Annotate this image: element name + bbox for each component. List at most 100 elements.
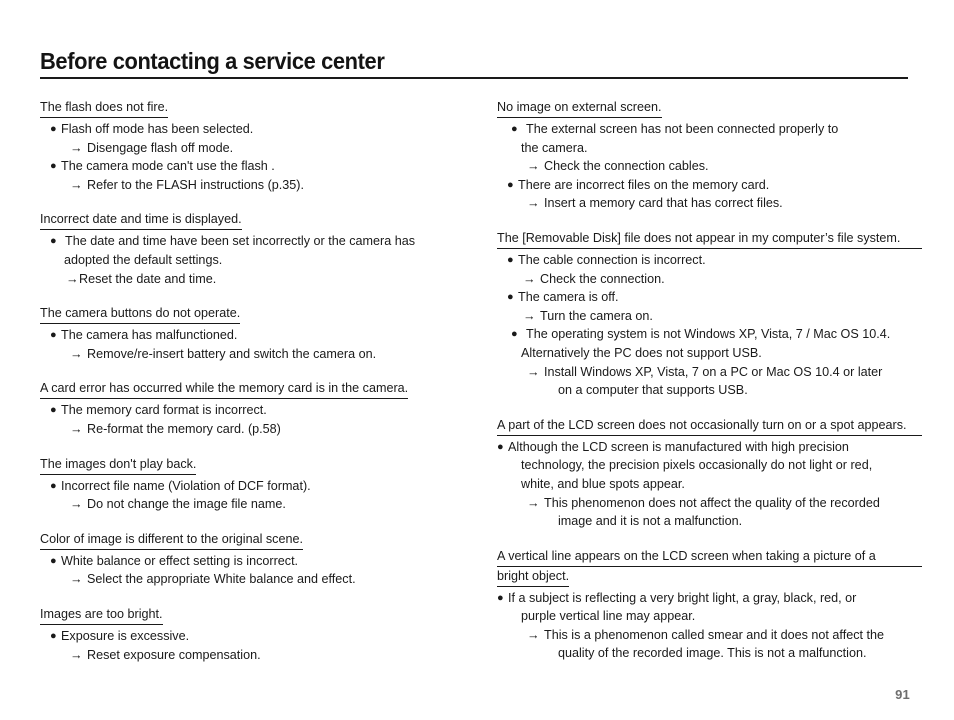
list-item-text: White balance or effect setting is incor… [61, 553, 299, 568]
bullet-icon: ● [50, 479, 57, 492]
content-columns: The flash does not fire. ● Flash off mod… [40, 99, 922, 664]
list-item: ● The camera mode can't use the flash . [50, 157, 453, 176]
arrow-right-icon: → [70, 177, 83, 192]
list-item-continuation: white, and blue spots appear. [521, 476, 685, 491]
bullet-icon: ● [511, 123, 518, 135]
arrow-right-icon: → [527, 159, 540, 174]
list-item-text: Although the LCD screen is manufactured … [508, 439, 849, 454]
section-incorrect-date-time: Incorrect date and time is displayed. ● … [40, 211, 453, 288]
solution-item: → This is a phenomenon called smear and … [497, 626, 922, 645]
solution-text: This phenomenon does not affect the qual… [544, 495, 880, 510]
solution-text: Do not change the image file name. [87, 497, 286, 512]
solution-text: Disengage flash off mode. [87, 140, 234, 155]
list-item: ● White balance or effect setting is inc… [50, 552, 453, 571]
bullet-icon: ● [511, 328, 518, 341]
section-images-dont-play-back: The images don't play back. ● Incorrect … [40, 456, 453, 514]
solution-item: → Select the appropriate White balance a… [40, 570, 453, 589]
list-item-continuation: Alternatively the PC does not support US… [521, 345, 762, 360]
solution-item: → Insert a memory card that has correct … [497, 194, 922, 213]
arrow-right-icon: → [523, 271, 536, 286]
section-heading: Images are too bright. [40, 606, 453, 625]
arrow-right-icon: → [70, 421, 83, 436]
list-item-continuation: technology, the precision pixels occasio… [521, 458, 873, 473]
bullet-icon: ● [497, 440, 504, 453]
arrow-right-icon: → [66, 271, 79, 286]
list-item-text: Incorrect file name (Violation of DCF fo… [61, 478, 311, 493]
solution-continuation: on a computer that supports USB. [558, 383, 748, 398]
bullet-icon: ● [507, 253, 514, 266]
list-item-text: The date and time have been set incorrec… [65, 234, 416, 249]
section-heading: Incorrect date and time is displayed. [40, 211, 453, 231]
list-item: ● Incorrect file name (Violation of DCF … [50, 477, 453, 496]
section-heading-line-2: bright object. [497, 568, 570, 587]
list-item: ● The camera has malfunctioned. [50, 326, 453, 345]
section-heading: No image on external screen. [497, 99, 922, 118]
list-item-text: The camera mode can't use the flash . [61, 159, 275, 174]
solution-text: Reset the date and time. [79, 271, 217, 286]
section-heading: The [Removable Disk] file does not appea… [497, 230, 922, 249]
section-heading-text: A part of the LCD screen does not occasi… [497, 417, 922, 436]
solution-item: → Check the connection cables. [497, 157, 922, 176]
list-item: ● There are incorrect files on the memor… [507, 176, 922, 195]
list-item: ● The memory card format is incorrect. [50, 401, 453, 420]
left-column: The flash does not fire. ● Flash off mod… [40, 99, 453, 664]
bullet-icon: ● [50, 554, 57, 567]
solution-text: Remove/re-insert battery and switch the … [87, 346, 377, 361]
page-title: Before contacting a service center [40, 48, 385, 74]
list-item: ● The cable connection is incorrect. [507, 251, 922, 270]
bullet-icon: ● [50, 404, 57, 417]
list-item-text: Exposure is excessive. [61, 628, 190, 643]
arrow-right-icon: → [527, 627, 540, 642]
section-heading-text: The [Removable Disk] file does not appea… [497, 230, 922, 249]
solution-item: → Disengage flash off mode. [40, 139, 453, 158]
arrow-right-icon: → [523, 308, 536, 323]
solution-item: → Check the connection. [497, 270, 922, 289]
bullet-icon: ● [507, 291, 514, 304]
section-buttons-do-not-operate: The camera buttons do not operate. ● The… [40, 305, 453, 363]
section-lcd-spot-appears: A part of the LCD screen does not occasi… [497, 417, 922, 531]
bullet-icon: ● [50, 160, 57, 173]
bullet-icon: ● [497, 591, 504, 604]
section-heading-text: The camera buttons do not operate. [40, 305, 241, 325]
list-item-text: The memory card format is incorrect. [61, 403, 267, 418]
solution-text: Reset exposure compensation. [87, 647, 261, 662]
solution-text: Check the connection cables. [544, 159, 709, 174]
list-item-text: If a subject is reflecting a very bright… [508, 590, 857, 605]
section-removable-disk: The [Removable Disk] file does not appea… [497, 230, 922, 400]
list-item: ● If a subject is reflecting a very brig… [497, 589, 922, 608]
document-page: Before contacting a service center The f… [0, 0, 954, 720]
section-card-error: A card error has occurred while the memo… [40, 380, 453, 438]
right-column: No image on external screen. ● The exter… [497, 99, 922, 664]
solution-item: → Reset the date and time. [40, 270, 453, 289]
bullet-icon: ● [50, 235, 57, 248]
arrow-right-icon: → [527, 196, 540, 211]
list-item: ● Exposure is excessive. [50, 627, 453, 646]
section-heading: A part of the LCD screen does not occasi… [497, 417, 922, 436]
section-heading-line-1: A vertical line appears on the LCD scree… [497, 548, 922, 567]
solution-item: → This phenomenon does not affect the qu… [497, 494, 922, 513]
section-color-different: Color of image is different to the origi… [40, 531, 453, 589]
solution-continuation: image and it is not a malfunction. [558, 514, 743, 529]
section-heading-text: Incorrect date and time is displayed. [40, 211, 242, 231]
page-header: Before contacting a service center [40, 48, 908, 79]
solution-item: → Re-format the memory card. (p.58) [40, 420, 453, 439]
list-item: ● The external screen has not been conne… [511, 120, 922, 139]
list-item: ● Flash off mode has been selected. [50, 120, 453, 139]
section-heading-text: The images don't play back. [40, 456, 197, 475]
list-item-text: The cable connection is incorrect. [518, 252, 706, 267]
list-item-text: The camera has malfunctioned. [61, 328, 238, 343]
arrow-right-icon: → [527, 495, 540, 510]
bullet-icon: ● [50, 123, 57, 135]
solution-text: Check the connection. [540, 271, 665, 286]
solution-text: Select the appropriate White balance and… [87, 572, 356, 587]
section-heading-text: Color of image is different to the origi… [40, 531, 303, 550]
solution-continuation: quality of the recorded image. This is n… [558, 646, 867, 661]
list-item-continuation: adopted the default settings. [64, 252, 223, 267]
bullet-icon: ● [50, 329, 57, 342]
list-item: ● Although the LCD screen is manufacture… [497, 438, 922, 457]
bullet-icon: ● [507, 178, 514, 191]
list-item-text: The operating system is not Windows XP, … [526, 327, 891, 342]
solution-text: Turn the camera on. [540, 308, 653, 323]
list-item-continuation: purple vertical line may appear. [521, 609, 696, 624]
list-item-text: Flash off mode has been selected. [61, 122, 254, 136]
